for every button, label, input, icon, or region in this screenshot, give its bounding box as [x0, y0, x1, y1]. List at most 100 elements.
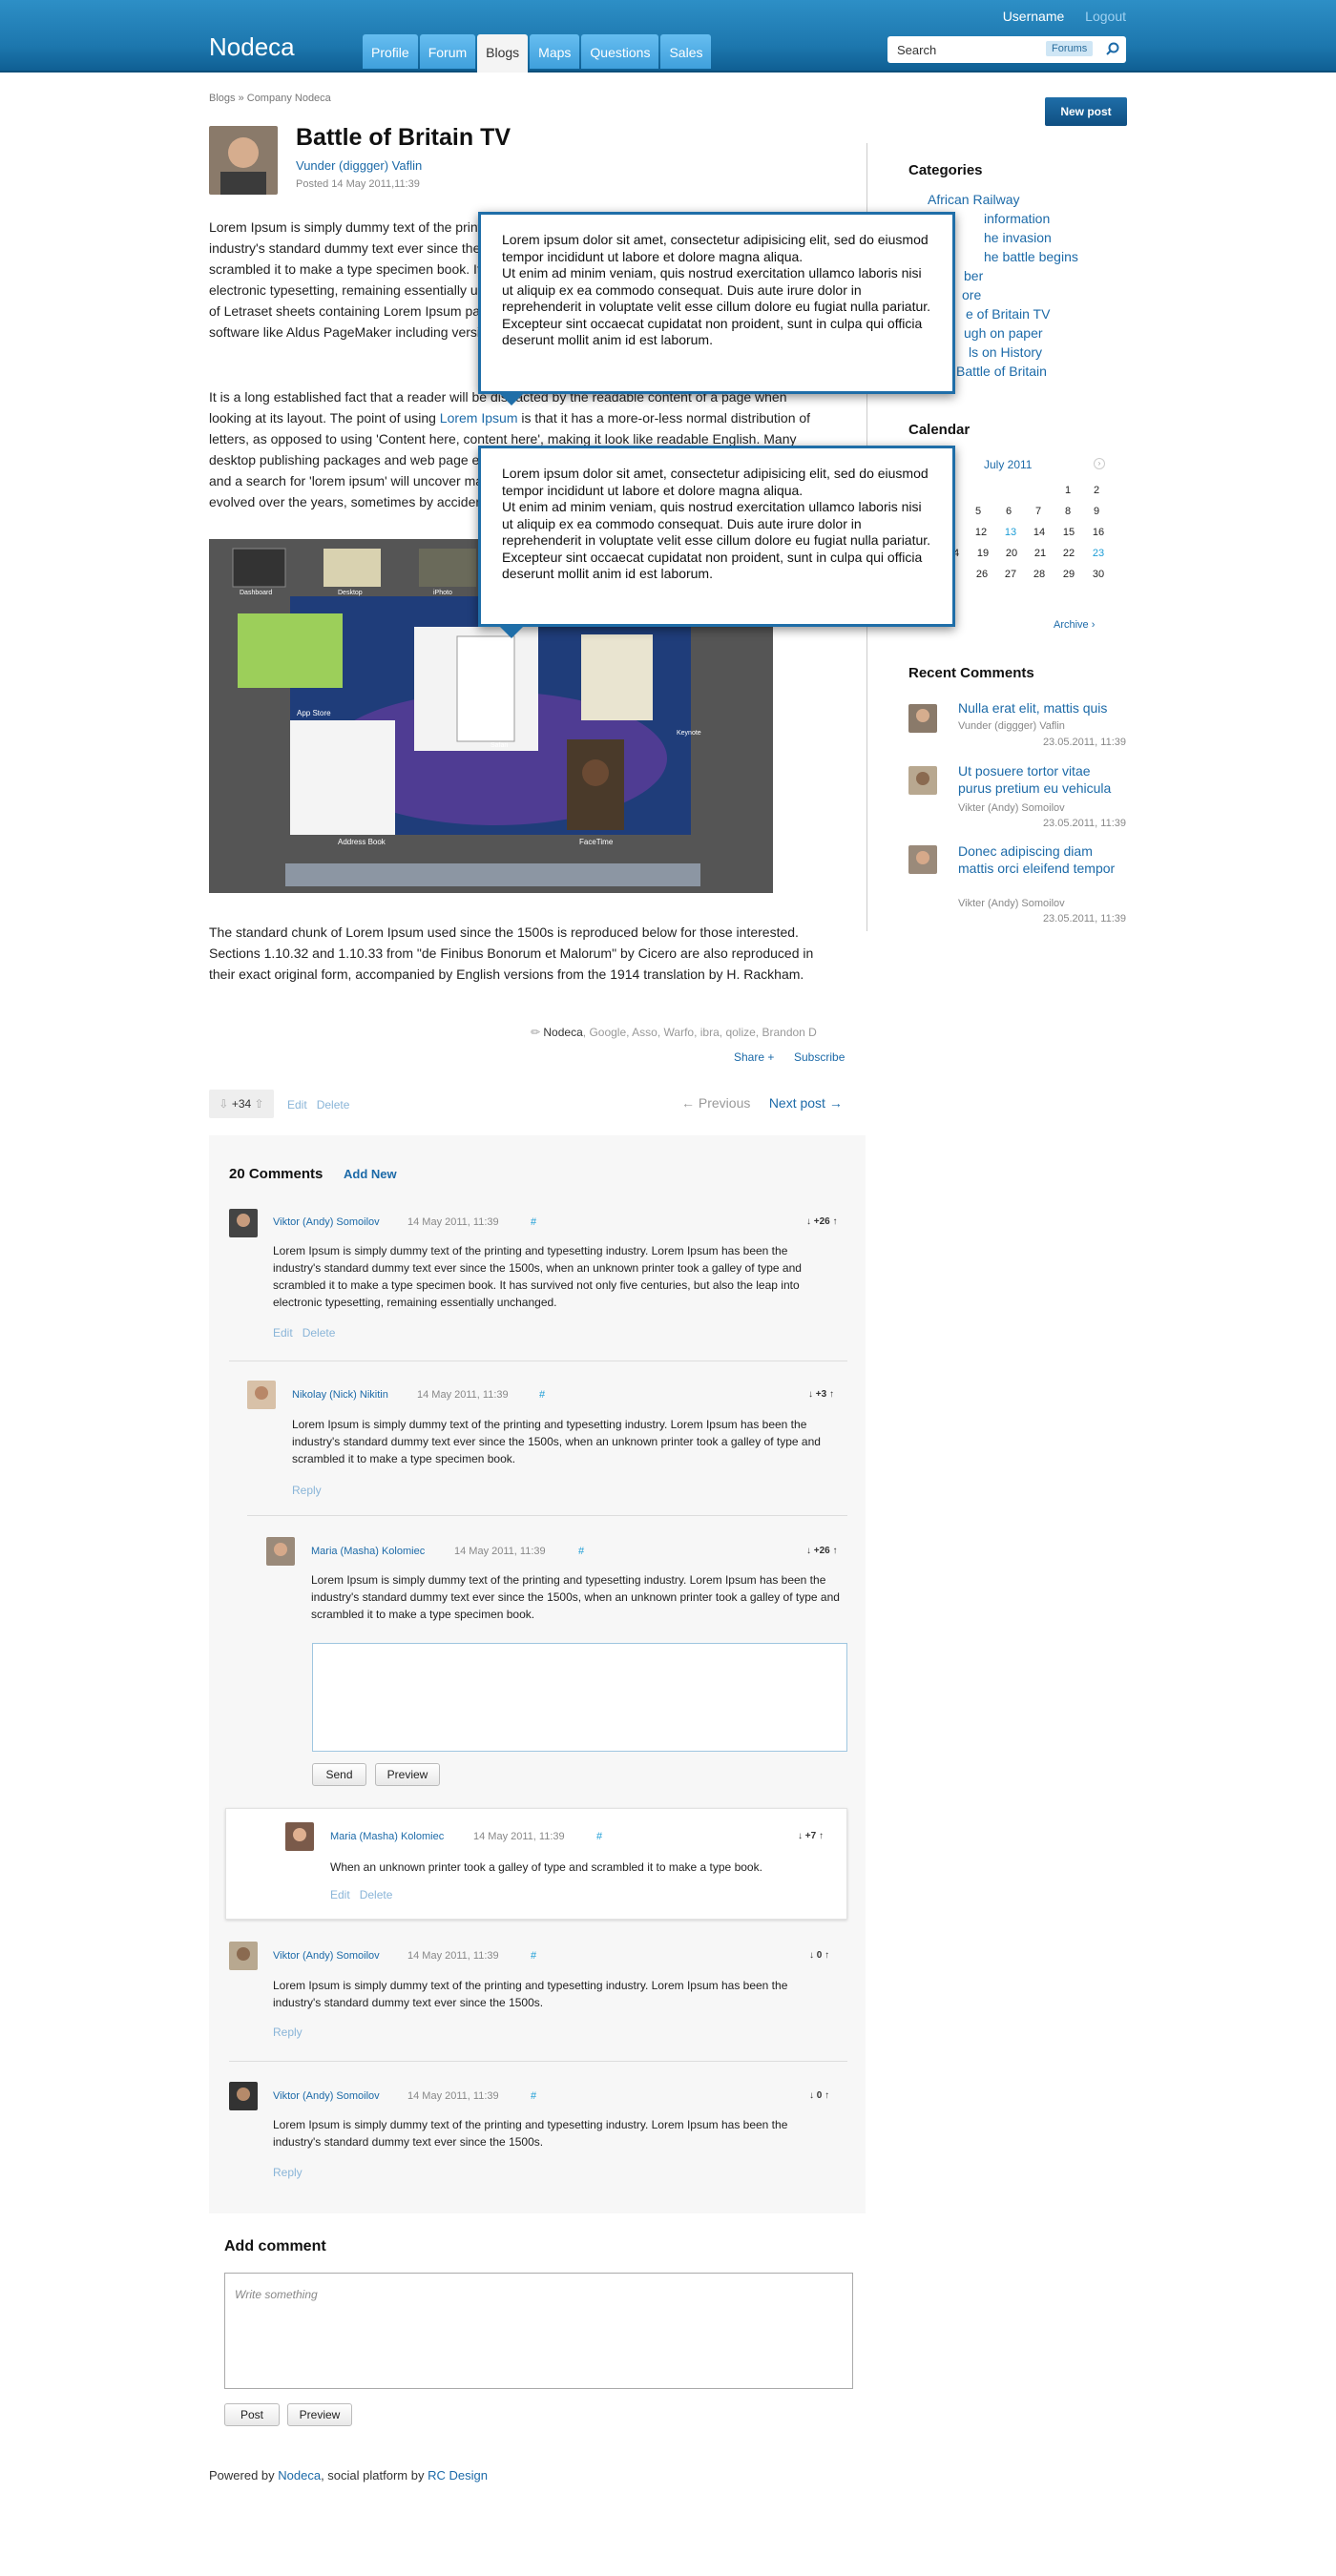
search-input[interactable]: Search Forums: [887, 36, 1126, 63]
site-logo[interactable]: Nodeca: [209, 32, 295, 62]
logout-link[interactable]: Logout: [1085, 9, 1126, 24]
category-link[interactable]: ls on History: [969, 344, 1042, 360]
tag-link[interactable]: qolize: [725, 1026, 755, 1039]
delete-link[interactable]: Delete: [360, 1888, 393, 1901]
comment-permalink[interactable]: #: [596, 1831, 602, 1842]
comment-avatar[interactable]: [285, 1822, 314, 1851]
recent-comment-avatar[interactable]: [908, 704, 937, 733]
post-comment-button[interactable]: Post: [224, 2403, 280, 2426]
calendar-day[interactable]: 20: [1000, 548, 1023, 559]
recent-comment-avatar[interactable]: [908, 845, 937, 874]
comment-author[interactable]: Maria (Masha) Kolomiec: [311, 1546, 425, 1557]
comment-permalink[interactable]: #: [531, 2090, 536, 2102]
tag-link[interactable]: Asso: [632, 1026, 658, 1039]
comment-avatar[interactable]: [229, 1942, 258, 1970]
calendar-day[interactable]: 23: [1087, 548, 1110, 559]
comment-permalink[interactable]: #: [531, 1216, 536, 1228]
tab-forum[interactable]: Forum: [419, 34, 476, 69]
recent-comment-author[interactable]: Vikter (Andy) Somoilov: [958, 802, 1065, 814]
breadcrumb[interactable]: Blogs » Company Nodeca: [209, 93, 331, 104]
recent-comment-author[interactable]: Vikter (Andy) Somoilov: [958, 898, 1065, 909]
recent-comment-link[interactable]: Nulla erat elit, mattis quis: [958, 699, 1126, 717]
recent-comment-link[interactable]: Donec adipiscing diam mattis orci eleife…: [958, 842, 1126, 877]
reply-textarea[interactable]: [312, 1643, 847, 1752]
tab-blogs[interactable]: Blogs: [477, 34, 529, 73]
category-link[interactable]: he invasion: [984, 230, 1052, 245]
comment-avatar[interactable]: [229, 1209, 258, 1237]
calendar-day[interactable]: 19: [971, 548, 994, 559]
author-avatar[interactable]: [209, 126, 278, 195]
add-comment-textarea[interactable]: Write something: [224, 2273, 853, 2389]
preview-comment-button[interactable]: Preview: [287, 2403, 352, 2426]
tab-maps[interactable]: Maps: [530, 34, 580, 69]
calendar-day[interactable]: 5: [967, 506, 990, 517]
edit-link[interactable]: Edit: [287, 1098, 307, 1111]
recent-comment-avatar[interactable]: [908, 766, 937, 795]
recent-comment-link[interactable]: Ut posuere tortor vitae purus pretium eu…: [958, 762, 1126, 797]
delete-link[interactable]: Delete: [303, 1326, 336, 1340]
username-link[interactable]: Username: [1003, 9, 1065, 24]
nodeca-link[interactable]: Nodeca: [278, 2468, 321, 2483]
tab-profile[interactable]: Profile: [363, 34, 418, 69]
search-icon[interactable]: [1106, 42, 1119, 55]
calendar-day[interactable]: 7: [1027, 506, 1050, 517]
comment-author[interactable]: Viktor (Andy) Somoilov: [273, 1950, 380, 1962]
previous-link[interactable]: ← Previous: [681, 1095, 750, 1111]
reply-link[interactable]: Reply: [273, 2025, 303, 2039]
category-link[interactable]: e of Britain TV: [966, 306, 1050, 322]
calendar-day[interactable]: 28: [1028, 569, 1051, 580]
calendar-day[interactable]: 22: [1057, 548, 1080, 559]
calendar-day[interactable]: 29: [1057, 569, 1080, 580]
vote-down-icon[interactable]: ⇩: [219, 1097, 231, 1111]
subscribe-link[interactable]: Subscribe: [794, 1050, 845, 1064]
comment-avatar[interactable]: [229, 2082, 258, 2110]
calendar-day[interactable]: 1: [1056, 485, 1079, 496]
category-link[interactable]: African Railway: [928, 192, 1019, 207]
category-link[interactable]: ore: [962, 287, 981, 302]
calendar-day[interactable]: 14: [1028, 527, 1051, 538]
send-button[interactable]: Send: [312, 1763, 366, 1786]
comment-avatar[interactable]: [266, 1537, 295, 1566]
edit-link[interactable]: Edit: [330, 1888, 350, 1901]
tag-link[interactable]: Warfo: [664, 1026, 695, 1039]
search-scope-select[interactable]: Forums: [1046, 41, 1094, 56]
calendar-day[interactable]: 2: [1085, 485, 1108, 496]
tag-link[interactable]: ibra: [700, 1026, 720, 1039]
comment-permalink[interactable]: #: [539, 1389, 545, 1401]
edit-link[interactable]: Edit: [273, 1326, 293, 1340]
delete-link[interactable]: Delete: [317, 1098, 350, 1111]
new-post-button[interactable]: New post: [1045, 97, 1127, 126]
add-new-comment-link[interactable]: Add New: [344, 1167, 397, 1181]
calendar-day[interactable]: 16: [1087, 527, 1110, 538]
comment-author[interactable]: Nikolay (Nick) Nikitin: [292, 1389, 388, 1401]
lorem-ipsum-link[interactable]: Lorem Ipsum: [440, 410, 518, 426]
share-link[interactable]: Share +: [734, 1050, 774, 1064]
comment-author[interactable]: Viktor (Andy) Somoilov: [273, 1216, 380, 1228]
calendar-day[interactable]: 21: [1029, 548, 1052, 559]
tag-link[interactable]: Google: [589, 1026, 626, 1039]
calendar-day[interactable]: 15: [1057, 527, 1080, 538]
calendar-day[interactable]: 9: [1085, 506, 1108, 517]
category-link[interactable]: Battle of Britain: [956, 364, 1047, 379]
next-month-icon[interactable]: ›: [1094, 458, 1105, 469]
category-link[interactable]: he battle begins: [984, 249, 1078, 264]
calendar-day[interactable]: 30: [1087, 569, 1110, 580]
calendar-day[interactable]: 27: [999, 569, 1022, 580]
post-vote-widget[interactable]: ⇩ +34 ⇧: [209, 1090, 274, 1118]
tag-link[interactable]: Nodeca: [543, 1026, 582, 1039]
next-post-link[interactable]: Next post →: [769, 1095, 843, 1111]
calendar-day[interactable]: 13: [999, 527, 1022, 538]
comment-author[interactable]: Maria (Masha) Kolomiec: [330, 1831, 444, 1842]
comment-permalink[interactable]: #: [531, 1950, 536, 1962]
reply-link[interactable]: Reply: [292, 1484, 322, 1497]
tab-questions[interactable]: Questions: [581, 34, 659, 69]
post-author-link[interactable]: Vunder (diggger) Vaflin: [296, 158, 422, 173]
tag-link[interactable]: Brandon D: [762, 1026, 816, 1039]
category-link[interactable]: ugh on paper: [964, 325, 1043, 341]
calendar-day[interactable]: 8: [1056, 506, 1079, 517]
comment-permalink[interactable]: #: [578, 1546, 584, 1557]
calendar-day[interactable]: 6: [997, 506, 1020, 517]
category-link[interactable]: information: [984, 211, 1050, 226]
preview-button[interactable]: Preview: [375, 1763, 440, 1786]
vote-up-icon[interactable]: ⇧: [251, 1097, 264, 1111]
